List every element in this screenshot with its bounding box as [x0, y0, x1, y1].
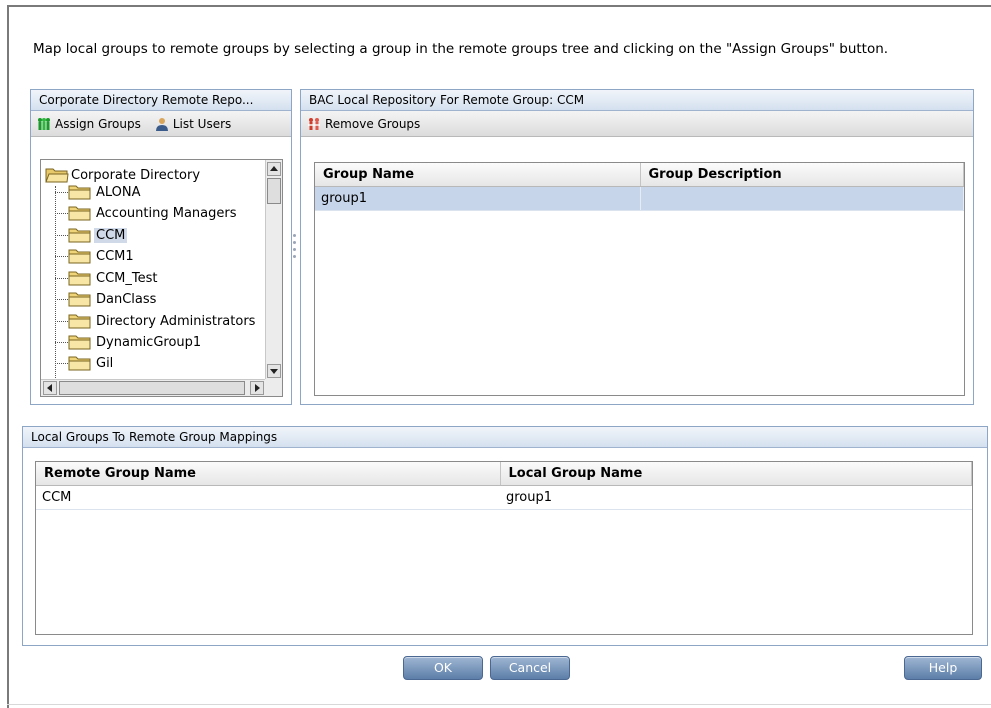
tree-node-label: CCM [94, 227, 128, 243]
tree-branch-line [55, 192, 68, 193]
tree-node-alona[interactable]: ALONA [68, 183, 143, 201]
tree-node-label: DynamicGroup1 [96, 334, 202, 350]
scrollbar-corner [265, 379, 282, 396]
table-row[interactable]: CCM group1 [36, 485, 972, 510]
local-groups-table: Group Name Group Description group1 [314, 162, 965, 396]
table-row[interactable]: group1 [315, 186, 964, 211]
tree-node-gil[interactable]: Gil [68, 354, 115, 372]
tree-vertical-scrollbar[interactable] [265, 160, 282, 380]
tree-branch-line [55, 213, 68, 214]
tree-branch-line [55, 321, 68, 322]
instructions-text: Map local groups to remote groups by sel… [33, 41, 889, 57]
tree-node-accounting-managers[interactable]: Accounting Managers [68, 204, 238, 222]
folder-icon [68, 354, 92, 372]
panel-splitter-handle[interactable] [293, 234, 297, 266]
assign-groups-button[interactable]: Assign Groups [37, 117, 141, 131]
tree-branch-line [55, 235, 68, 236]
remote-repository-title: Corporate Directory Remote Repo... [31, 90, 291, 111]
folder-icon [68, 204, 92, 222]
table-cell-group-name: group1 [315, 186, 641, 211]
tree-node-danclass[interactable]: DanClass [68, 290, 158, 308]
remote-repository-panel: Corporate Directory Remote Repo... Assig… [30, 89, 292, 405]
window-frame-bottom [7, 704, 991, 705]
list-users-button[interactable]: List Users [155, 117, 231, 131]
column-header-group-name[interactable]: Group Name [315, 163, 641, 187]
column-header-group-description[interactable]: Group Description [640, 163, 964, 187]
folder-icon [68, 290, 92, 308]
column-header-remote-group-name[interactable]: Remote Group Name [36, 462, 501, 486]
tree-root-node[interactable]: Corporate Directory [45, 166, 200, 184]
local-toolbar: Remove Groups [301, 111, 973, 137]
tree-root-label: Corporate Directory [71, 167, 201, 183]
scroll-down-arrow-icon[interactable] [267, 364, 281, 378]
mappings-table: Remote Group Name Local Group Name CCM g… [35, 461, 973, 635]
remove-groups-label: Remove Groups [325, 116, 421, 131]
column-header-local-group-name[interactable]: Local Group Name [500, 462, 972, 486]
help-button[interactable]: Help [904, 656, 982, 680]
tree-node-label: CCM_Test [96, 270, 158, 286]
mappings-panel: Local Groups To Remote Group Mappings Re… [22, 426, 988, 646]
cancel-button[interactable]: Cancel [490, 656, 570, 680]
list-users-label: List Users [172, 116, 232, 131]
vertical-scroll-thumb[interactable] [267, 178, 281, 204]
tree-connector [55, 186, 56, 396]
assign-groups-icon [37, 117, 51, 131]
tree-branch-line [55, 342, 68, 343]
folder-icon [68, 247, 92, 265]
folder-icon [68, 226, 92, 244]
tree-node-directory-administrators[interactable]: Directory Administrators [68, 312, 257, 330]
table-cell-remote-group: CCM [36, 485, 500, 510]
folder-icon [68, 183, 92, 201]
remove-groups-icon [307, 117, 321, 131]
tree-branch-line [55, 299, 68, 300]
tree-node-label: DanClass [96, 291, 157, 307]
window-frame-left [7, 5, 9, 708]
mappings-title: Local Groups To Remote Group Mappings [23, 427, 987, 448]
local-repository-title: BAC Local Repository For Remote Group: C… [301, 90, 973, 111]
open-folder-icon [45, 166, 69, 184]
horizontal-scroll-thumb[interactable] [59, 381, 245, 395]
tree-node-label: Gil [96, 355, 114, 371]
table-cell-group-description [640, 186, 964, 211]
tree-branch-line [55, 363, 68, 364]
local-repository-panel: BAC Local Repository For Remote Group: C… [300, 89, 974, 405]
assign-groups-label: Assign Groups [55, 116, 141, 131]
remote-groups-tree[interactable]: Corporate Directory ALONA Accounting Man… [40, 159, 283, 397]
window-frame-top [7, 5, 991, 7]
folder-icon [68, 312, 92, 330]
tree-node-label: CCM1 [96, 248, 134, 264]
tree-node-ccm[interactable]: CCM [68, 226, 128, 244]
folder-icon [68, 333, 92, 351]
tree-branch-line [55, 256, 68, 257]
scroll-right-arrow-icon[interactable] [250, 381, 264, 395]
user-icon [155, 117, 169, 131]
scroll-up-arrow-icon[interactable] [267, 162, 281, 176]
remove-groups-button[interactable]: Remove Groups [307, 117, 420, 131]
tree-node-ccm-test[interactable]: CCM_Test [68, 269, 159, 287]
remote-toolbar: Assign Groups List Users [31, 111, 291, 137]
tree-horizontal-scrollbar[interactable] [41, 379, 266, 396]
tree-node-ccm1[interactable]: CCM1 [68, 247, 136, 265]
tree-node-label: Accounting Managers [96, 205, 237, 221]
table-cell-local-group: group1 [500, 485, 972, 510]
tree-branch-line [55, 278, 68, 279]
tree-node-dynamicgroup1[interactable]: DynamicGroup1 [68, 333, 203, 351]
ok-button[interactable]: OK [403, 656, 483, 680]
folder-icon [68, 269, 92, 287]
tree-node-label: Directory Administrators [96, 313, 256, 329]
scroll-left-arrow-icon[interactable] [43, 381, 57, 395]
tree-node-label: ALONA [96, 184, 141, 200]
